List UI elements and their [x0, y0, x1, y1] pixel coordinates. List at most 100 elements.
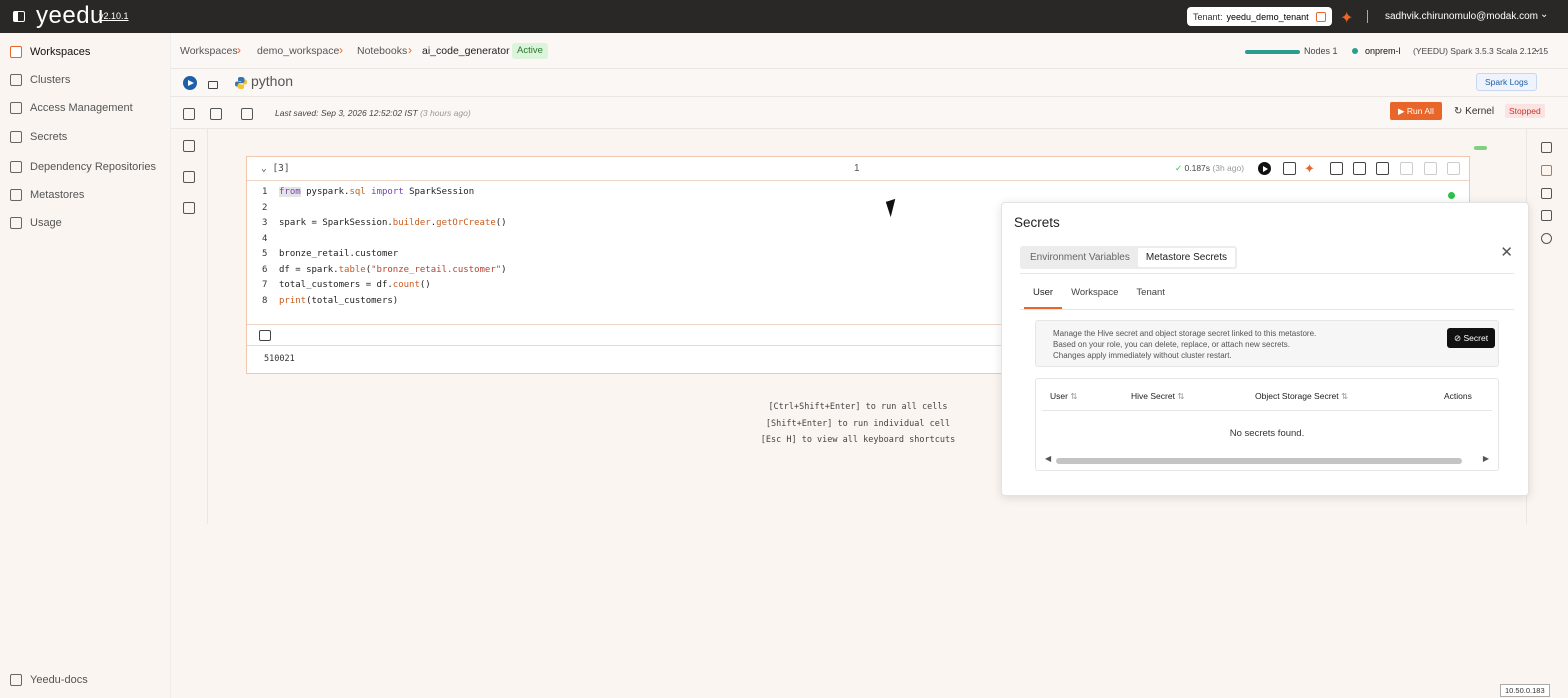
- app-logo[interactable]: yeedu: [36, 2, 104, 30]
- scroll-right-icon[interactable]: ▶: [1483, 454, 1489, 463]
- sidebar-item-label: Usage: [30, 217, 62, 229]
- cell-status-dot: [1448, 192, 1455, 199]
- panel-title: Secrets: [1014, 215, 1060, 230]
- status-badge: Active: [512, 43, 548, 59]
- kernel-label: Kernel: [1465, 106, 1495, 117]
- output-expand-icon[interactable]: [259, 330, 271, 341]
- external-link-icon[interactable]: [1315, 11, 1326, 22]
- tab-tenant[interactable]: Tenant: [1127, 287, 1174, 309]
- cell-header: ⌄ [3] 1 ✓ 0.187s (3h ago) ✦: [247, 157, 1469, 181]
- download-icon[interactable]: [1376, 162, 1389, 175]
- breadcrumb-notebooks[interactable]: Notebooks: [357, 45, 407, 57]
- repo-icon: [10, 161, 22, 173]
- ai-sparkle-icon[interactable]: ✦: [1340, 8, 1353, 28]
- language-label: python: [251, 73, 294, 89]
- sidebar-item-access-management[interactable]: Access Management: [0, 94, 171, 122]
- python-logo-icon: [235, 77, 247, 89]
- user-email[interactable]: sadhvik.chirunomulo@modak.com: [1385, 11, 1538, 22]
- sidebar-item-secrets[interactable]: Secrets: [0, 123, 171, 151]
- app-version[interactable]: v2.10.1: [99, 11, 129, 21]
- terminal-icon[interactable]: [1541, 210, 1552, 221]
- sidebar-item-label: Yeedu-docs: [30, 674, 88, 686]
- breadcrumb-workspace[interactable]: demo_workspace: [257, 45, 339, 57]
- ai-sparkle-icon[interactable]: ✦: [1304, 162, 1317, 175]
- chevron-down-icon[interactable]: ⌄: [1540, 9, 1548, 20]
- tab-user[interactable]: User: [1024, 287, 1063, 309]
- tenant-selector[interactable]: Tenant: yeedu_demo_tenant: [1187, 7, 1332, 26]
- sidebar-item-usage[interactable]: Usage: [0, 209, 171, 237]
- nodes-label: Nodes 1: [1304, 46, 1338, 56]
- run-icon[interactable]: [183, 76, 197, 90]
- outline-icon[interactable]: [183, 171, 195, 183]
- run-all-button[interactable]: ▶ Run All: [1390, 102, 1442, 120]
- sidebar-item-label: Workspaces: [30, 46, 91, 58]
- tab-environment-variables[interactable]: Environment Variables: [1022, 248, 1138, 267]
- copy-icon[interactable]: [1283, 162, 1296, 175]
- upload-icon[interactable]: [1353, 162, 1366, 175]
- divider: [1042, 410, 1492, 411]
- secrets-panel: Secrets ✕ Environment Variables Metastor…: [1001, 202, 1529, 496]
- info-text: Changes apply immediately without cluste…: [1053, 351, 1232, 360]
- breadcrumb-workspaces[interactable]: Workspaces: [180, 45, 238, 57]
- sidebar-item-metastores[interactable]: Metastores: [0, 181, 171, 209]
- tenant-label: Tenant:: [1193, 11, 1223, 22]
- info-text: Based on your role, you can delete, repl…: [1053, 340, 1291, 349]
- sidebar-item-label: Metastores: [30, 189, 85, 201]
- grid-icon[interactable]: [1541, 142, 1552, 153]
- chevron-down-icon[interactable]: ⌄: [1533, 44, 1541, 55]
- scroll-left-icon[interactable]: ◀: [1045, 454, 1051, 463]
- unlock-icon[interactable]: [208, 81, 218, 89]
- history-icon[interactable]: [1541, 233, 1552, 244]
- hint-line: [Shift+Enter] to run individual cell: [765, 418, 951, 429]
- nodes-indicator: [1245, 50, 1300, 54]
- import-icon[interactable]: [183, 108, 195, 120]
- sidebar-item-workspaces[interactable]: Workspaces: [0, 38, 171, 66]
- top-bar: yeedu v2.10.1 Tenant: yeedu_demo_tenant …: [0, 0, 1568, 33]
- tab-workspace[interactable]: Workspace: [1062, 287, 1127, 309]
- add-cell-icon[interactable]: [1330, 162, 1343, 175]
- kernel-status-badge: Stopped: [1505, 104, 1545, 118]
- cluster-name[interactable]: onprem-l: [1365, 46, 1401, 56]
- cell-output: 510021: [264, 354, 295, 364]
- folder-icon[interactable]: [183, 202, 195, 214]
- sidebar: Workspaces Clusters Access Management Se…: [0, 33, 171, 698]
- breadcrumb: Workspaces › demo_workspace › Notebooks …: [171, 33, 1568, 69]
- column-object-storage-secret[interactable]: Object Storage Secret ⇅: [1255, 391, 1348, 402]
- add-secret-button[interactable]: ⊘ Secret: [1447, 328, 1496, 348]
- column-hive-secret[interactable]: Hive Secret ⇅: [1131, 391, 1184, 402]
- move-down-icon[interactable]: [1424, 162, 1437, 175]
- move-up-icon[interactable]: [1400, 162, 1413, 175]
- close-icon[interactable]: ✕: [1500, 243, 1513, 261]
- horizontal-scrollbar[interactable]: [1056, 458, 1462, 464]
- variables-icon[interactable]: [1541, 188, 1552, 199]
- key-icon[interactable]: [1541, 165, 1552, 176]
- clear-outputs-icon[interactable]: [210, 108, 222, 120]
- sidebar-item-docs[interactable]: Yeedu-docs: [0, 666, 171, 694]
- sidebar-item-label: Access Management: [30, 102, 133, 114]
- save-icon[interactable]: [241, 108, 253, 120]
- sidebar-item-dependency-repositories[interactable]: Dependency Repositories: [0, 153, 171, 181]
- cluster-version[interactable]: (YEEDU) Spark 3.5.3 Scala 2.12.15: [1413, 46, 1548, 56]
- spark-logs-button[interactable]: Spark Logs: [1476, 73, 1537, 91]
- sidebar-item-label: Secrets: [30, 131, 68, 143]
- kernel-restart[interactable]: ↻ Kernel: [1454, 106, 1494, 117]
- divider: [1020, 273, 1514, 274]
- hint-line: [Ctrl+Shift+Enter] to run all cells: [768, 402, 948, 412]
- last-saved-text: Last saved: Sep 3, 2026 12:52:02 IST (3 …: [275, 108, 471, 118]
- divider: [1367, 10, 1368, 23]
- database-icon[interactable]: [183, 140, 195, 152]
- sidebar-toggle-icon[interactable]: [13, 11, 25, 22]
- docs-icon: [10, 674, 22, 686]
- sidebar-item-clusters[interactable]: Clusters: [0, 66, 171, 94]
- column-actions: Actions: [1444, 391, 1472, 401]
- left-rail: [171, 129, 208, 524]
- tab-metastore-secrets[interactable]: Metastore Secrets: [1137, 248, 1236, 267]
- cell-exec-count[interactable]: ⌄ [3]: [261, 163, 290, 174]
- workspace-icon: [10, 46, 22, 58]
- run-cell-icon[interactable]: [1258, 162, 1271, 175]
- hint-line: [Esc H] to view all keyboard shortcuts: [760, 435, 956, 445]
- column-user[interactable]: User ⇅: [1050, 391, 1077, 402]
- secrets-table: User ⇅ Hive Secret ⇅ Object Storage Secr…: [1035, 378, 1499, 471]
- delete-icon[interactable]: [1447, 162, 1460, 175]
- chevron-right-icon: ›: [339, 43, 343, 57]
